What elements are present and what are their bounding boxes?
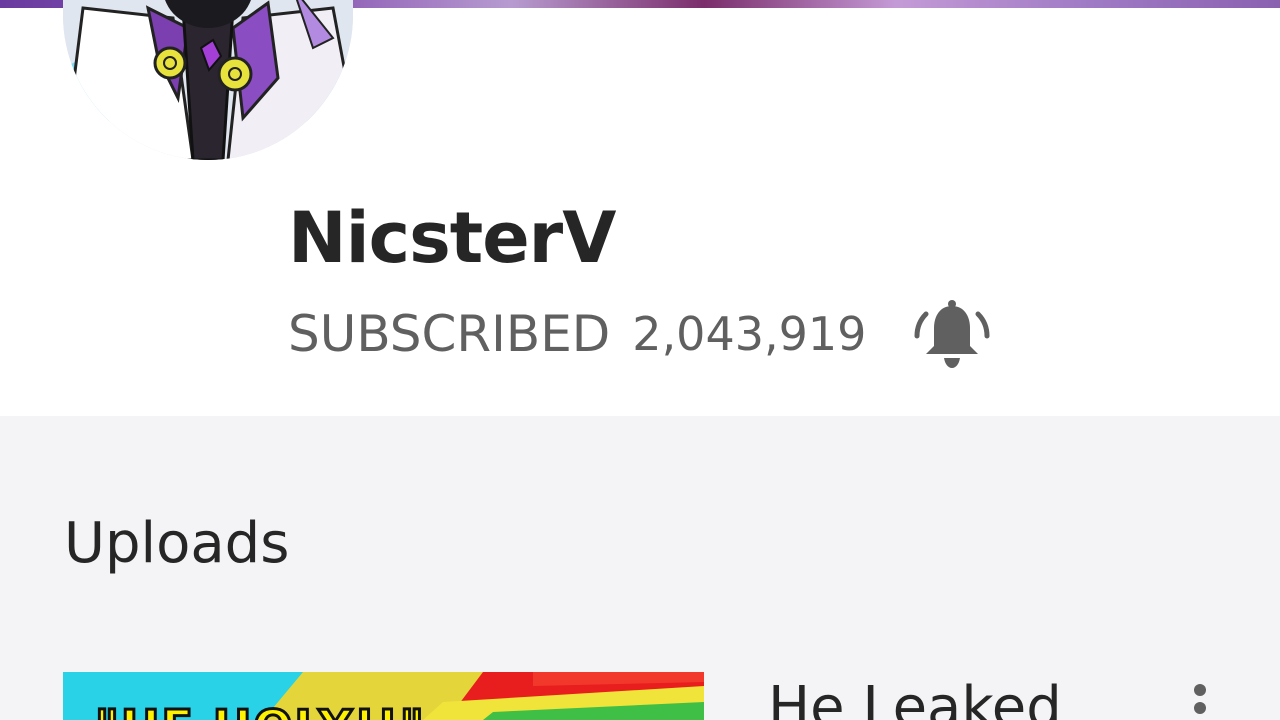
video-thumbnail[interactable]: "HE HOLY!!" (63, 672, 704, 720)
notification-bell-button[interactable] (910, 292, 994, 376)
channel-avatar[interactable] (63, 0, 353, 160)
bell-ringing-icon (914, 300, 990, 368)
channel-page: NicsterV SUBSCRIBED 2,043,919 Uploads He… (0, 0, 1280, 720)
more-options-button[interactable] (1182, 678, 1218, 720)
video-title[interactable]: He Leaked (768, 676, 1062, 720)
uploads-section-title: Uploads (64, 511, 290, 576)
channel-name: NicsterV (288, 197, 616, 279)
subscribe-row: SUBSCRIBED 2,043,919 (288, 300, 994, 368)
channel-header: NicsterV SUBSCRIBED 2,043,919 (0, 0, 1280, 416)
thumbnail-caption: "HE HOLY!!" (94, 699, 426, 720)
more-vert-icon (1194, 684, 1206, 696)
subscribed-button[interactable]: SUBSCRIBED (288, 304, 610, 364)
video-list-item[interactable]: "HE HOLY!!" He Leaked (0, 640, 1280, 720)
subscriber-count: 2,043,919 (632, 307, 867, 361)
